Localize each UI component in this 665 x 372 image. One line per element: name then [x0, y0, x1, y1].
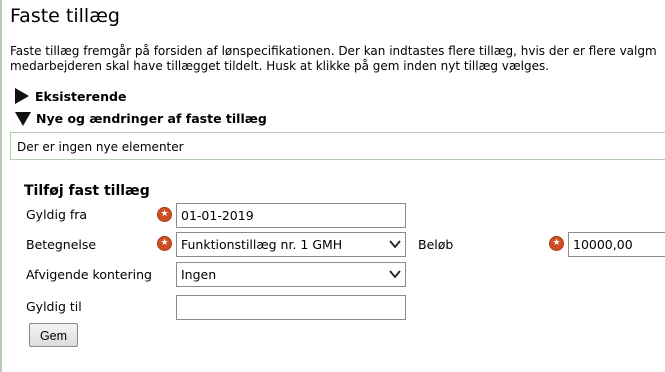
betegnelse-select[interactable]: Funktionstillæg nr. 1 GMH [176, 232, 406, 257]
gyldig-til-label: Gyldig til [26, 299, 82, 314]
triangle-down-icon [15, 111, 31, 126]
betegnelse-value: Funktionstillæg nr. 1 GMH [181, 237, 343, 252]
intro-text: Faste tillæg fremgår på forsiden af løns… [10, 44, 665, 74]
gyldig-fra-input[interactable] [176, 203, 406, 228]
star-icon: ★ [549, 236, 564, 251]
section-new-label: Nye og ændringer af faste tillæg [36, 111, 267, 126]
gyldig-til-input[interactable] [176, 295, 406, 320]
afvigende-select[interactable]: Ingen [176, 262, 406, 287]
intro-line: Faste tillæg fremgår på forsiden af løns… [10, 44, 657, 58]
left-border [0, 0, 2, 372]
empty-state-text: Der er ingen nye elementer [17, 140, 184, 154]
gyldig-fra-label: Gyldig fra [26, 207, 88, 222]
section-existing-label: Eksisterende [35, 88, 127, 104]
star-icon: ★ [157, 236, 172, 251]
section-new-toggle[interactable]: Nye og ændringer af faste tillæg [15, 111, 267, 126]
beloeb-input[interactable] [568, 232, 665, 257]
afvigende-value: Ingen [181, 267, 217, 282]
triangle-right-icon [15, 88, 29, 104]
chevron-down-icon [389, 240, 401, 249]
intro-line: medarbejderen skal have tillægget tildel… [10, 59, 550, 73]
betegnelse-label: Betegnelse [26, 237, 97, 252]
star-icon: ★ [157, 207, 172, 222]
section-existing-toggle[interactable]: Eksisterende [15, 88, 126, 104]
save-button[interactable]: Gem [29, 323, 78, 347]
chevron-down-icon [389, 270, 401, 279]
afvigende-label: Afvigende kontering [26, 267, 152, 282]
beloeb-label: Beløb [418, 237, 454, 252]
page-title: Faste tillæg [10, 5, 120, 27]
form-title: Tilføj fast tillæg [24, 183, 150, 199]
empty-state-box: Der er ingen nye elementer [10, 132, 665, 160]
